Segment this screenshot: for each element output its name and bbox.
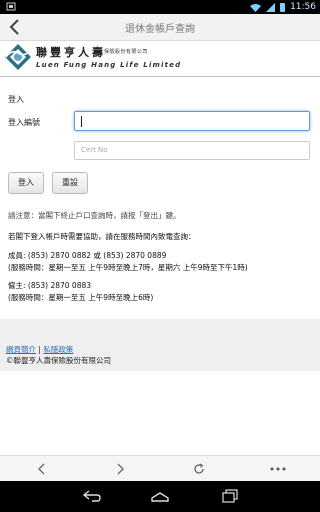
- employer-hours: (服務時間：星期一至五 上午9時至晚上6時): [8, 293, 154, 302]
- nav-back-icon[interactable]: [78, 487, 106, 505]
- company-logo-icon: [5, 44, 31, 70]
- status-bar: 11:56: [0, 0, 320, 14]
- help-intro: 若閣下登入帳戶時需要協助，請在服務時間內致電查詢：: [8, 232, 196, 241]
- more-options-icon[interactable]: [268, 461, 288, 477]
- company-header: 聯豐亨人壽 保險股份有限公司 Luen Fung Hang Life Limit…: [0, 40, 320, 77]
- login-id-input[interactable]: [74, 111, 310, 131]
- page-title: 退休金帳戶查詢: [125, 24, 195, 35]
- cert-no-input[interactable]: Cert No: [74, 141, 310, 160]
- privacy-link[interactable]: 私隱政策: [43, 345, 73, 354]
- footer-links: 網頁簡介 | 私隱政策: [6, 344, 73, 355]
- members-phone: 成員: (853) 2870 0882 或 (853) 2870 0889: [8, 251, 167, 260]
- status-time: 11:56: [290, 2, 316, 12]
- browser-back-icon[interactable]: [32, 461, 52, 477]
- company-name-english: Luen Fung Hang Life Limited: [36, 61, 182, 69]
- copyright-text: ©聯豐亨人壽保險股份有限公司: [6, 356, 111, 365]
- wifi-icon: [250, 3, 262, 12]
- members-hours: (服務時間：星期一至五 上午9時至晚上7時，星期六 上午9時至下午1時): [8, 263, 248, 272]
- employer-contact: 僱主: (853) 2870 0883 (服務時間：星期一至五 上午9時至晚上6…: [8, 280, 153, 304]
- employer-phone: 僱主: (853) 2870 0883: [8, 281, 92, 290]
- company-name-chinese-small: 保險股份有限公司: [104, 49, 149, 55]
- company-name-chinese: 聯豐亨人壽: [36, 46, 106, 59]
- battery-icon: [280, 2, 286, 12]
- system-nav-bar: [0, 481, 320, 512]
- refresh-icon[interactable]: [189, 461, 209, 477]
- login-button[interactable]: 登入: [8, 172, 44, 194]
- browser-toolbar: [0, 455, 320, 482]
- logout-note: 請注意：當閣下終止戶口查詢時，請按「登出」鍵。: [8, 211, 181, 220]
- browser-forward-icon[interactable]: [110, 461, 130, 477]
- notification-icon: [6, 2, 16, 11]
- about-link[interactable]: 網頁簡介: [6, 345, 36, 354]
- nav-recents-icon[interactable]: [216, 487, 244, 505]
- login-id-label: 登入編號: [8, 118, 40, 127]
- signal-icon: [266, 2, 276, 12]
- app-bar: 退休金帳戶查詢: [0, 14, 320, 41]
- reset-button[interactable]: 重設: [52, 172, 88, 194]
- cert-no-placeholder: Cert No: [81, 146, 108, 154]
- text-cursor: [81, 116, 82, 127]
- nav-home-icon[interactable]: [146, 487, 174, 505]
- link-separator: |: [38, 345, 41, 354]
- status-icons: 11:56: [250, 1, 316, 13]
- members-contact: 成員: (853) 2870 0882 或 (853) 2870 0889 (服…: [8, 250, 248, 274]
- login-section-title: 登入: [8, 95, 24, 104]
- page-footer: 網頁簡介 | 私隱政策 ©聯豐亨人壽保險股份有限公司: [0, 319, 320, 371]
